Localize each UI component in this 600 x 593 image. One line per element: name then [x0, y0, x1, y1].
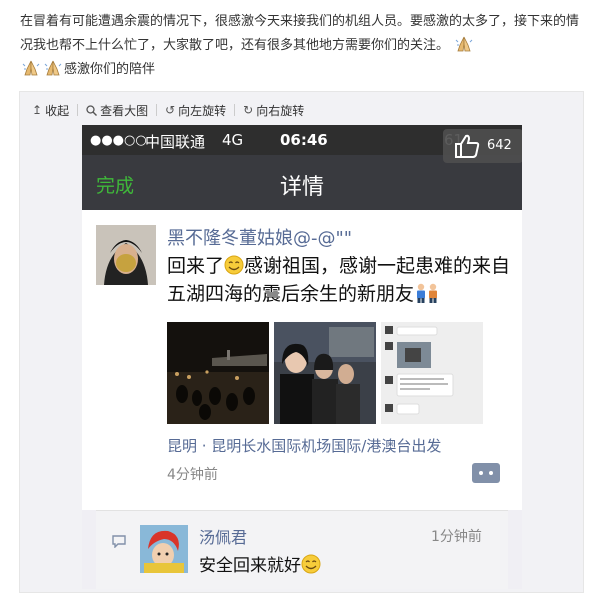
nav-title: 详情: [279, 175, 324, 200]
moment-content-pre: 回来了: [167, 255, 225, 277]
rotate-left-label: 向左旋转: [178, 103, 227, 118]
expanded-image-card: ↥ 收起 查看大图 ↺ 向左旋转 ↻ 向右旋转 ●●●○○ 中国联通 4G 06…: [19, 91, 584, 593]
phone-screenshot[interactable]: ●●●○○ 中国联通 4G 06:46 61 完成 详情 642: [82, 125, 522, 589]
collapse-arrow-icon: ↥: [32, 103, 43, 117]
comment-author[interactable]: 汤佩君: [199, 524, 247, 548]
moment-post: 黑不隆冬董姑娘@-@"" 回来了 感谢祖国，感谢一起患难的来自五湖四海的震后余生的…: [82, 210, 522, 510]
two-people-icon: [417, 283, 438, 303]
moment-location[interactable]: 昆明 · 昆明长水国际机场国际/港澳台出发: [167, 435, 441, 456]
avatar-image: [140, 525, 188, 573]
comment-bubble-icon: [112, 535, 126, 548]
dot-icon: [489, 471, 493, 475]
thumbs-up-icon: [455, 134, 480, 158]
image-toolbar: ↥ 收起 查看大图 ↺ 向左旋转 ↻ 向右旋转: [32, 100, 304, 120]
dot-icon: [479, 471, 483, 475]
rotate-right-icon: ↻: [243, 103, 254, 117]
rotate-right-button[interactable]: ↻ 向右旋转: [243, 102, 304, 119]
collapse-button[interactable]: ↥ 收起: [32, 102, 69, 119]
post-text: 在冒着有可能遭遇余震的情况下，很感激今天来接我们的机组人员。要感激的太多了，接下…: [20, 10, 586, 82]
photo-group-selfie[interactable]: [274, 322, 376, 424]
smiley-icon: [301, 554, 321, 574]
carrier-name: 中国联通: [145, 133, 206, 151]
smiley-icon: [224, 255, 244, 275]
avatar[interactable]: [96, 225, 156, 285]
praying-hands-icon: [44, 60, 62, 76]
rotate-left-icon: ↺: [165, 103, 176, 117]
post-text-main: 在冒着有可能遭遇余震的情况下，很感激今天来接我们的机组人员。要感激的太多了，接下…: [20, 14, 580, 53]
comment-text: 安全回来就好: [199, 551, 321, 576]
comments-section: 汤佩君 1分钟前 安全回来就好: [96, 510, 508, 589]
toolbar-divider: [234, 104, 236, 116]
comment-more-button[interactable]: [472, 463, 500, 483]
photo-chat-screenshot[interactable]: [381, 322, 483, 424]
toolbar-divider: [77, 104, 79, 116]
praying-hands-icon: [22, 60, 40, 76]
avatar-image: [96, 225, 156, 285]
collapse-label: 收起: [45, 103, 70, 118]
signal-strength: ●●●○○: [90, 133, 147, 148]
status-time: 06:46: [280, 131, 328, 149]
rotate-left-button[interactable]: ↺ 向左旋转: [165, 102, 226, 119]
moment-photos: [167, 322, 483, 424]
rotate-right-label: 向右旋转: [256, 103, 305, 118]
praying-hands-icon: [455, 36, 473, 52]
nav-bar: 完成 详情: [82, 155, 522, 210]
photo-airport-night[interactable]: [167, 322, 269, 424]
moment-time: 4分钟前: [167, 467, 218, 483]
magnifier-icon: [86, 104, 98, 116]
moment-author[interactable]: 黑不隆冬董姑娘@-@"": [167, 224, 352, 250]
network-type: 4G: [222, 131, 244, 149]
view-large-label: 查看大图: [100, 103, 149, 118]
post-text-tail: 感激你们的陪伴: [64, 62, 156, 77]
toolbar-divider: [156, 104, 158, 116]
avatar[interactable]: [140, 525, 188, 573]
like-badge[interactable]: 642: [443, 129, 522, 163]
view-large-button[interactable]: 查看大图: [86, 102, 148, 119]
like-count: 642: [487, 138, 512, 153]
moment-content: 回来了 感谢祖国，感谢一起患难的来自五湖四海的震后余生的新朋友: [167, 252, 517, 308]
comment-time: 1分钟前: [431, 529, 482, 545]
comment-text-body: 安全回来就好: [199, 556, 301, 576]
